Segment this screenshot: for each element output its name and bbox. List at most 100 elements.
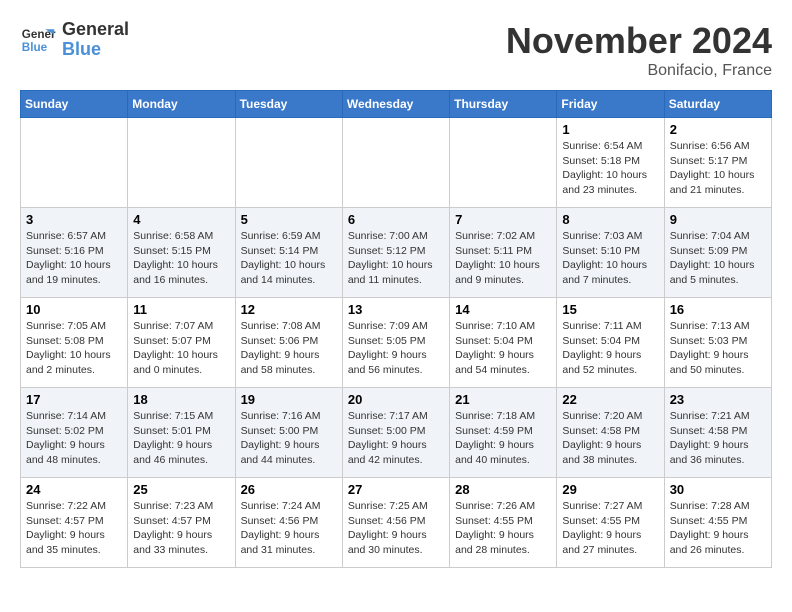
day-info: Sunrise: 7:08 AM Sunset: 5:06 PM Dayligh… [241, 319, 337, 378]
day-number: 26 [241, 482, 337, 497]
logo-text: GeneralBlue [62, 20, 129, 60]
day-info: Sunrise: 6:58 AM Sunset: 5:15 PM Dayligh… [133, 229, 229, 288]
day-info: Sunrise: 7:10 AM Sunset: 5:04 PM Dayligh… [455, 319, 551, 378]
table-row: 19 Sunrise: 7:16 AM Sunset: 5:00 PM Dayli… [235, 388, 342, 478]
day-number: 24 [26, 482, 122, 497]
table-row: 6Sunrise: 7:00 AM Sunset: 5:12 PM Daylig… [342, 208, 449, 298]
col-monday: Monday [128, 91, 235, 118]
table-row: 24 Sunrise: 7:22 AM Sunset: 4:57 PM Dayli… [21, 478, 128, 568]
col-wednesday: Wednesday [342, 91, 449, 118]
table-row: 26 Sunrise: 7:24 AM Sunset: 4:56 PM Dayli… [235, 478, 342, 568]
table-row: 4 Sunrise: 6:58 AM Sunset: 5:15 PM Daylig… [128, 208, 235, 298]
day-info: Sunrise: 7:11 AM Sunset: 5:04 PM Dayligh… [562, 319, 658, 378]
day-number: 11 [133, 302, 229, 317]
table-row: 20 Sunrise: 7:17 AM Sunset: 5:00 PM Dayli… [342, 388, 449, 478]
col-friday: Friday [557, 91, 664, 118]
day-info: Sunrise: 7:28 AM Sunset: 4:55 PM Dayligh… [670, 499, 766, 558]
table-row: 7Sunrise: 7:02 AM Sunset: 5:11 PM Daylig… [450, 208, 557, 298]
col-thursday: Thursday [450, 91, 557, 118]
day-number: 9 [670, 212, 766, 227]
day-info: Sunrise: 6:57 AM Sunset: 5:16 PM Dayligh… [26, 229, 122, 288]
table-row: 16Sunrise: 7:13 AM Sunset: 5:03 PM Dayli… [664, 298, 771, 388]
table-row: 2 Sunrise: 6:56 AM Sunset: 5:17 PM Daylig… [664, 118, 771, 208]
day-info: Sunrise: 7:22 AM Sunset: 4:57 PM Dayligh… [26, 499, 122, 558]
day-number: 12 [241, 302, 337, 317]
day-info: Sunrise: 7:26 AM Sunset: 4:55 PM Dayligh… [455, 499, 551, 558]
day-info: Sunrise: 6:59 AM Sunset: 5:14 PM Dayligh… [241, 229, 337, 288]
table-row: 29Sunrise: 7:27 AM Sunset: 4:55 PM Dayli… [557, 478, 664, 568]
day-number: 15 [562, 302, 658, 317]
day-info: Sunrise: 7:25 AM Sunset: 4:56 PM Dayligh… [348, 499, 444, 558]
table-row: 3 Sunrise: 6:57 AM Sunset: 5:16 PM Daylig… [21, 208, 128, 298]
day-number: 30 [670, 482, 766, 497]
table-row [450, 118, 557, 208]
day-number: 5 [241, 212, 337, 227]
table-row: 18 Sunrise: 7:15 AM Sunset: 5:01 PM Dayli… [128, 388, 235, 478]
day-number: 23 [670, 392, 766, 407]
table-row: 15 Sunrise: 7:11 AM Sunset: 5:04 PM Dayli… [557, 298, 664, 388]
title-block: November 2024 Bonifacio, France [506, 20, 772, 80]
day-info: Sunrise: 7:02 AM Sunset: 5:11 PM Dayligh… [455, 229, 551, 288]
day-info: Sunrise: 7:04 AM Sunset: 5:09 PM Dayligh… [670, 229, 766, 288]
day-number: 10 [26, 302, 122, 317]
day-number: 17 [26, 392, 122, 407]
table-row: 1 Sunrise: 6:54 AM Sunset: 5:18 PM Daylig… [557, 118, 664, 208]
table-row [342, 118, 449, 208]
day-info: Sunrise: 7:05 AM Sunset: 5:08 PM Dayligh… [26, 319, 122, 378]
day-number: 2 [670, 122, 766, 137]
day-info: Sunrise: 7:24 AM Sunset: 4:56 PM Dayligh… [241, 499, 337, 558]
table-row: 25Sunrise: 7:23 AM Sunset: 4:57 PM Dayli… [128, 478, 235, 568]
table-row [235, 118, 342, 208]
week-row-3: 10 Sunrise: 7:05 AM Sunset: 5:08 PM Dayli… [21, 298, 772, 388]
col-tuesday: Tuesday [235, 91, 342, 118]
table-row: 28Sunrise: 7:26 AM Sunset: 4:55 PM Dayli… [450, 478, 557, 568]
table-row: 17 Sunrise: 7:14 AM Sunset: 5:02 PM Dayli… [21, 388, 128, 478]
table-row [128, 118, 235, 208]
week-row-4: 17 Sunrise: 7:14 AM Sunset: 5:02 PM Dayli… [21, 388, 772, 478]
table-row: 5 Sunrise: 6:59 AM Sunset: 5:14 PM Daylig… [235, 208, 342, 298]
day-info: Sunrise: 7:14 AM Sunset: 5:02 PM Dayligh… [26, 409, 122, 468]
day-info: Sunrise: 6:56 AM Sunset: 5:17 PM Dayligh… [670, 139, 766, 198]
page-header: General Blue GeneralBlue November 2024 B… [20, 20, 772, 80]
col-saturday: Saturday [664, 91, 771, 118]
day-info: Sunrise: 7:03 AM Sunset: 5:10 PM Dayligh… [562, 229, 658, 288]
day-info: Sunrise: 7:16 AM Sunset: 5:00 PM Dayligh… [241, 409, 337, 468]
day-number: 8 [562, 212, 658, 227]
table-row: 9 Sunrise: 7:04 AM Sunset: 5:09 PM Daylig… [664, 208, 771, 298]
day-number: 21 [455, 392, 551, 407]
location: Bonifacio, France [506, 62, 772, 80]
day-number: 4 [133, 212, 229, 227]
day-info: Sunrise: 7:18 AM Sunset: 4:59 PM Dayligh… [455, 409, 551, 468]
day-info: Sunrise: 7:23 AM Sunset: 4:57 PM Dayligh… [133, 499, 229, 558]
week-row-5: 24 Sunrise: 7:22 AM Sunset: 4:57 PM Dayli… [21, 478, 772, 568]
week-row-2: 3 Sunrise: 6:57 AM Sunset: 5:16 PM Daylig… [21, 208, 772, 298]
table-row: 8 Sunrise: 7:03 AM Sunset: 5:10 PM Daylig… [557, 208, 664, 298]
table-row: 21 Sunrise: 7:18 AM Sunset: 4:59 PM Dayli… [450, 388, 557, 478]
day-number: 13 [348, 302, 444, 317]
table-row: 14 Sunrise: 7:10 AM Sunset: 5:04 PM Dayli… [450, 298, 557, 388]
table-row [21, 118, 128, 208]
day-number: 29 [562, 482, 658, 497]
logo: General Blue GeneralBlue [20, 20, 129, 60]
day-number: 14 [455, 302, 551, 317]
week-row-1: 1 Sunrise: 6:54 AM Sunset: 5:18 PM Daylig… [21, 118, 772, 208]
day-info: Sunrise: 7:20 AM Sunset: 4:58 PM Dayligh… [562, 409, 658, 468]
day-number: 16 [670, 302, 766, 317]
day-number: 18 [133, 392, 229, 407]
day-number: 19 [241, 392, 337, 407]
day-number: 1 [562, 122, 658, 137]
day-info: Sunrise: 6:54 AM Sunset: 5:18 PM Dayligh… [562, 139, 658, 198]
day-info: Sunrise: 7:17 AM Sunset: 5:00 PM Dayligh… [348, 409, 444, 468]
svg-text:Blue: Blue [22, 41, 48, 54]
col-sunday: Sunday [21, 91, 128, 118]
day-info: Sunrise: 7:21 AM Sunset: 4:58 PM Dayligh… [670, 409, 766, 468]
day-number: 20 [348, 392, 444, 407]
table-row: 11Sunrise: 7:07 AM Sunset: 5:07 PM Dayli… [128, 298, 235, 388]
day-info: Sunrise: 7:15 AM Sunset: 5:01 PM Dayligh… [133, 409, 229, 468]
day-info: Sunrise: 7:09 AM Sunset: 5:05 PM Dayligh… [348, 319, 444, 378]
table-row: 22Sunrise: 7:20 AM Sunset: 4:58 PM Dayli… [557, 388, 664, 478]
day-number: 3 [26, 212, 122, 227]
day-number: 27 [348, 482, 444, 497]
table-row: 27 Sunrise: 7:25 AM Sunset: 4:56 PM Dayli… [342, 478, 449, 568]
table-row: 12 Sunrise: 7:08 AM Sunset: 5:06 PM Dayli… [235, 298, 342, 388]
